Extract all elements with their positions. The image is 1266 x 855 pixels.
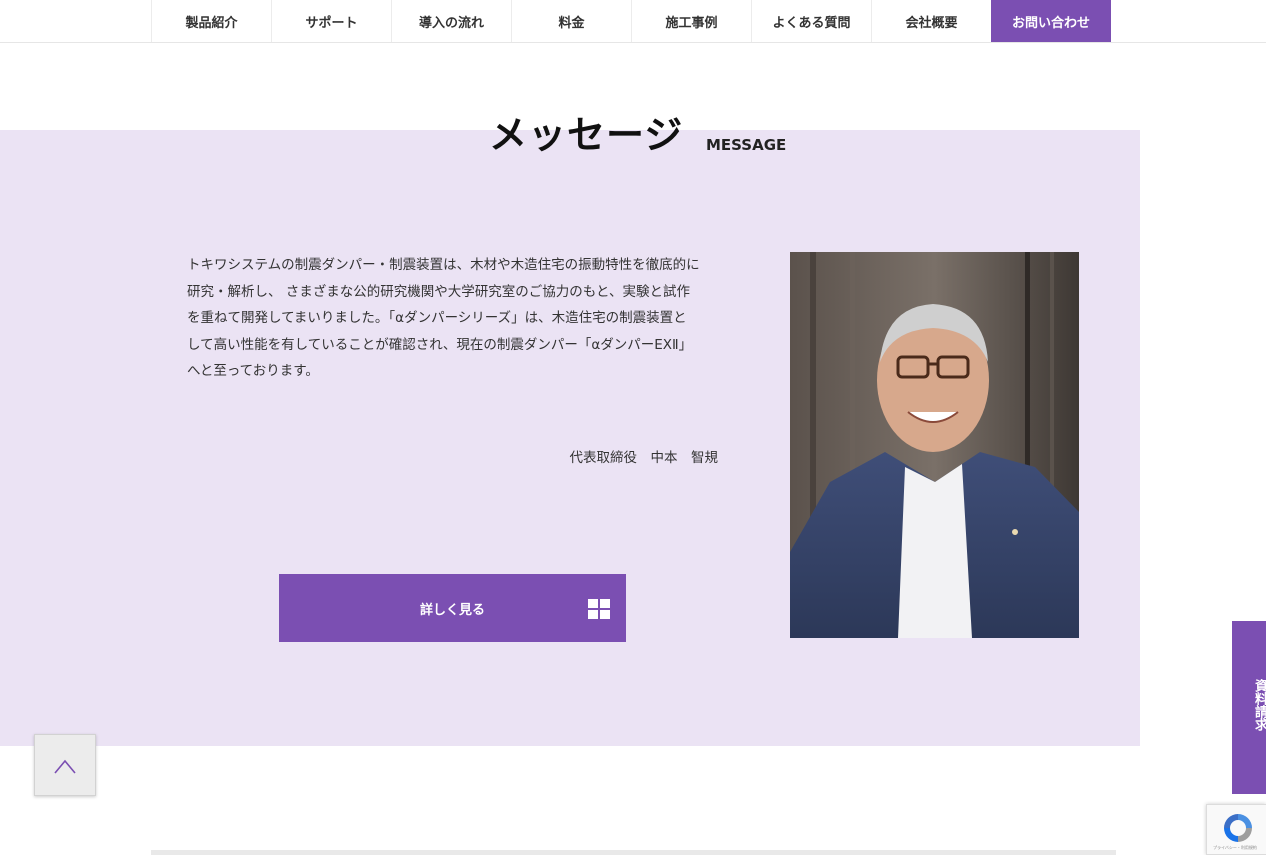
chevron-up-icon bbox=[54, 759, 76, 774]
recaptcha-badge[interactable]: プライバシー・利用規約 bbox=[1206, 804, 1266, 855]
section-title: メッセージ bbox=[489, 113, 684, 157]
detail-button[interactable]: 詳しく見る bbox=[279, 574, 626, 642]
recaptcha-caption: プライバシー・利用規約 bbox=[1213, 845, 1257, 850]
recaptcha-icon bbox=[1224, 814, 1252, 842]
ceo-portrait bbox=[790, 252, 1079, 638]
global-nav: 製品紹介 サポート 導入の流れ 料金 施工事例 よくある質問 会社概要 お問い合… bbox=[0, 0, 1266, 43]
nav-item-faq[interactable]: よくある質問 bbox=[751, 0, 871, 42]
message-line: へと至っております。 bbox=[187, 363, 319, 379]
nav-item-cases[interactable]: 施工事例 bbox=[631, 0, 751, 42]
message-line: を重ねて開発してまいりました。「αダンパーシリーズ」は、木造住宅の制震装置と bbox=[187, 310, 687, 326]
nav-item-pricing[interactable]: 料金 bbox=[511, 0, 631, 42]
message-line: トキワシステムの制震ダンパー・制震装置は、木材や木造住宅の振動特性を徹底的に bbox=[187, 257, 700, 273]
message-line: して高い性能を有していることが確認され、現在の制震ダンパー「αダンパーEXⅡ」 bbox=[187, 336, 693, 353]
nav-item-contact[interactable]: お問い合わせ bbox=[991, 0, 1111, 42]
section-subtitle: MESSAGE bbox=[706, 136, 787, 154]
scroll-to-top-button[interactable] bbox=[34, 734, 96, 796]
request-materials-tab[interactable]: 資料請求 bbox=[1232, 621, 1266, 794]
nav-item-company[interactable]: 会社概要 bbox=[871, 0, 991, 42]
next-section-edge bbox=[151, 850, 1116, 855]
detail-button-label: 詳しく見る bbox=[419, 602, 485, 618]
message-body: トキワシステムの制震ダンパー・制震装置は、木材や木造住宅の振動特性を徹底的に 研… bbox=[187, 252, 722, 385]
request-materials-label: 資料請求 bbox=[1252, 679, 1266, 731]
signature: 代表取締役 中本 智規 bbox=[569, 450, 719, 466]
nav-item-products[interactable]: 製品紹介 bbox=[151, 0, 271, 42]
nav-item-support[interactable]: サポート bbox=[271, 0, 391, 42]
nav-item-flow[interactable]: 導入の流れ bbox=[391, 0, 511, 42]
message-line: 研究・解析し、 さまざまな公的研究機関や大学研究室のご協力のもと、実験と試作 bbox=[187, 283, 690, 300]
nav-list: 製品紹介 サポート 導入の流れ 料金 施工事例 よくある質問 会社概要 お問い合… bbox=[151, 0, 1111, 42]
grid-icon bbox=[588, 599, 610, 619]
